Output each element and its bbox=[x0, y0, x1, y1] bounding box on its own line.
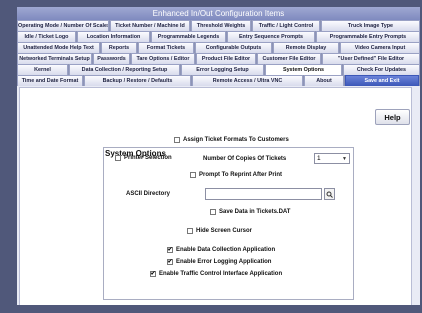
enable-traffic-control-option[interactable]: ✔ Enable Traffic Control Interface Appli… bbox=[150, 271, 282, 277]
tab-customer-file-editor[interactable]: Customer File Editor bbox=[257, 53, 321, 64]
printer-selection-checkbox[interactable] bbox=[115, 155, 121, 161]
enable-traffic-control-checkbox[interactable]: ✔ bbox=[150, 271, 156, 277]
save-tickets-option[interactable]: Save Data in Tickets.DAT bbox=[210, 209, 290, 215]
printer-selection-label: Printer Selection bbox=[124, 155, 172, 161]
chevron-down-icon[interactable]: ▼ bbox=[340, 154, 349, 163]
copies-select[interactable]: 1 ▼ bbox=[314, 153, 350, 164]
browse-folder-button[interactable] bbox=[324, 188, 335, 200]
tab-about[interactable]: About bbox=[304, 75, 344, 86]
hide-cursor-checkbox[interactable] bbox=[187, 228, 193, 234]
tab-error-logging-setup[interactable]: Error Logging Setup bbox=[181, 64, 264, 75]
tab-check-for-updates[interactable]: Check For Updates bbox=[343, 64, 420, 75]
tab-backup-restore-defaults[interactable]: Backup / Restore / Defaults bbox=[84, 75, 191, 86]
tab-configurable-outputs[interactable]: Configurable Outputs bbox=[195, 42, 272, 53]
reprint-label: Prompt To Reprint After Print bbox=[199, 172, 282, 178]
tab-programmable-legends[interactable]: Programmable Legends bbox=[151, 31, 226, 42]
printer-selection-option[interactable]: Printer Selection bbox=[115, 155, 172, 161]
copies-value: 1 bbox=[317, 155, 321, 162]
copies-label: Number Of Copies Of Tickets bbox=[203, 156, 287, 162]
tab-ticket-number[interactable]: Ticket Number / Machine Id bbox=[110, 20, 190, 31]
tab-row-1: Operating Mode / Number Of Scales Ticket… bbox=[17, 20, 420, 31]
tab-remote-display[interactable]: Remote Display bbox=[273, 42, 339, 53]
enable-data-collection-label: Enable Data Collection Application bbox=[176, 247, 276, 253]
tab-user-defined-file-editor[interactable]: "User Defined" File Editor bbox=[322, 53, 420, 64]
enable-error-logging-checkbox[interactable]: ✔ bbox=[167, 259, 173, 265]
window-title: Enhanced In/Out Configuration Items bbox=[17, 7, 420, 20]
tab-row-5: Kernel Data Collection / Reporting Setup… bbox=[17, 64, 420, 75]
save-tickets-checkbox[interactable] bbox=[210, 209, 216, 215]
tab-threshold-weights[interactable]: Threshold Weights bbox=[191, 20, 251, 31]
tab-kernel[interactable]: Kernel bbox=[17, 64, 68, 75]
tab-time-date-format[interactable]: Time and Date Format bbox=[17, 75, 83, 86]
assign-formats-label: Assign Ticket Formats To Customers bbox=[183, 137, 289, 143]
tab-entry-sequence-prompts[interactable]: Entry Sequence Prompts bbox=[227, 31, 315, 42]
tab-unattended-mode-help[interactable]: Unattended Mode Help Text bbox=[17, 42, 100, 53]
configuration-window: Enhanced In/Out Configuration Items Oper… bbox=[17, 7, 420, 305]
enable-data-collection-option[interactable]: ✔ Enable Data Collection Application bbox=[167, 247, 275, 253]
tab-passwords[interactable]: Passwords bbox=[93, 53, 130, 64]
tab-video-camera-input[interactable]: Video Camera Input bbox=[340, 42, 420, 53]
enable-error-logging-label: Enable Error Logging Application bbox=[176, 259, 272, 265]
tab-location-information[interactable]: Location Information bbox=[77, 31, 150, 42]
folder-browse-icon bbox=[326, 191, 333, 198]
save-tickets-label: Save Data in Tickets.DAT bbox=[219, 209, 291, 215]
tab-format-tickets[interactable]: Format Tickets bbox=[138, 42, 194, 53]
tab-operating-mode[interactable]: Operating Mode / Number Of Scales bbox=[17, 20, 109, 31]
tab-row-6: Time and Date Format Backup / Restore / … bbox=[17, 75, 420, 86]
enable-error-logging-option[interactable]: ✔ Enable Error Logging Application bbox=[167, 259, 271, 265]
tab-row-2: Idle / Ticket Logo Location Information … bbox=[17, 31, 420, 42]
assign-formats-checkbox[interactable] bbox=[174, 137, 180, 143]
tab-save-and-exit[interactable]: Save and Exit bbox=[345, 75, 419, 86]
reprint-option[interactable]: Prompt To Reprint After Print bbox=[190, 172, 282, 178]
tab-programmable-entry-prompts[interactable]: Programmable Entry Prompts bbox=[316, 31, 420, 42]
tab-row-3: Unattended Mode Help Text Reports Format… bbox=[17, 42, 420, 53]
tab-truck-image-type[interactable]: Truck Image Type bbox=[321, 20, 420, 31]
ascii-directory-label: ASCII Directory bbox=[126, 191, 171, 197]
tab-tare-options[interactable]: Tare Options / Editor bbox=[131, 53, 195, 64]
ascii-directory-input[interactable] bbox=[205, 188, 322, 200]
hide-cursor-option[interactable]: Hide Screen Cursor bbox=[187, 228, 252, 234]
tab-remote-access-ultra-vnc[interactable]: Remote Access / Ultra VNC bbox=[192, 75, 303, 86]
tab-traffic-light-control[interactable]: Traffic / Light Control bbox=[252, 20, 320, 31]
tab-data-collection-setup[interactable]: Data Collection / Reporting Setup bbox=[69, 64, 180, 75]
assign-formats-option[interactable]: Assign Ticket Formats To Customers bbox=[174, 137, 289, 143]
system-options-group bbox=[103, 147, 354, 300]
tab-networked-terminals[interactable]: Networked Terminals Setup bbox=[17, 53, 92, 64]
help-button[interactable]: Help bbox=[375, 109, 410, 125]
reprint-checkbox[interactable] bbox=[190, 172, 196, 178]
tab-product-file-editor[interactable]: Product File Editor bbox=[196, 53, 256, 64]
enable-traffic-control-label: Enable Traffic Control Interface Applica… bbox=[159, 271, 283, 277]
tab-idle-ticket-logo[interactable]: Idle / Ticket Logo bbox=[17, 31, 76, 42]
enable-data-collection-checkbox[interactable]: ✔ bbox=[167, 247, 173, 253]
tab-reports[interactable]: Reports bbox=[101, 42, 137, 53]
hide-cursor-label: Hide Screen Cursor bbox=[196, 228, 253, 234]
tab-row-4: Networked Terminals Setup Passwords Tare… bbox=[17, 53, 420, 64]
tab-system-options[interactable]: System Options bbox=[265, 64, 342, 75]
